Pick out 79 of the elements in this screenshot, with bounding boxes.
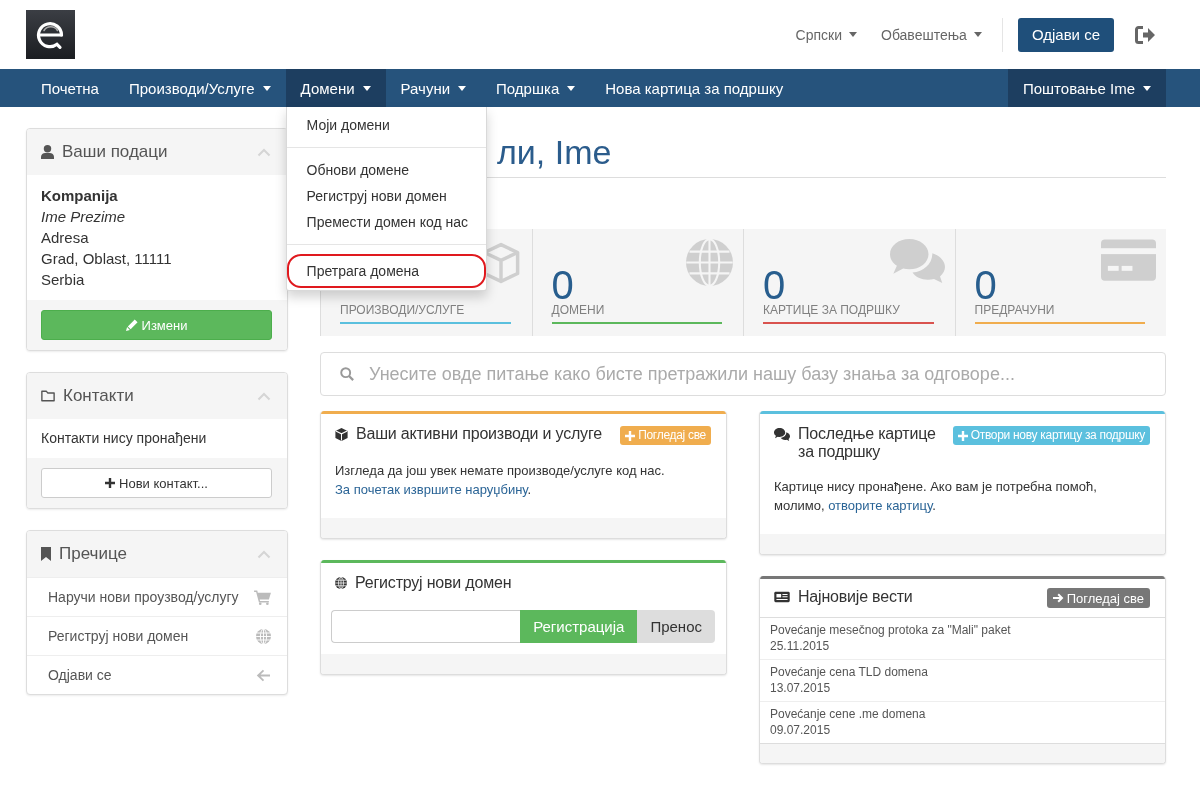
bookmark-icon bbox=[41, 547, 51, 561]
detail-line: Serbia bbox=[41, 270, 85, 290]
pencil-icon bbox=[125, 319, 138, 331]
panel-title: Најновије вести bbox=[798, 588, 913, 606]
panel-title: Ваши подаци bbox=[62, 142, 168, 162]
stat-label[interactable]: ПРЕДРАЧУНИ bbox=[974, 303, 1055, 317]
empty-message: Картице нису пронађене. Ако вам је потребна помоћ, молимо, отворите картицу. bbox=[774, 478, 1098, 515]
search-field[interactable]: Унесите овде питање како бисте претражили нашу базу знања за одговоре... bbox=[320, 352, 1166, 396]
empty-message: Контакти нису пронађени bbox=[41, 429, 207, 448]
panel-title: Пречице bbox=[59, 544, 127, 564]
newspaper-icon bbox=[774, 591, 790, 603]
credit-card-icon bbox=[1101, 239, 1156, 281]
nav-item[interactable]: Домени bbox=[285, 69, 386, 107]
stat-label[interactable]: ПРОИЗВОДИ/УСЛУГЕ bbox=[340, 303, 465, 317]
news-date: 25.11.2015 bbox=[770, 638, 830, 654]
search-icon bbox=[340, 367, 354, 381]
comments-icon bbox=[889, 239, 945, 283]
globe-icon bbox=[686, 239, 733, 286]
cart-icon bbox=[254, 589, 271, 605]
nav-item[interactable]: Рачуни bbox=[385, 69, 482, 107]
plus-icon bbox=[957, 430, 968, 441]
globe-icon bbox=[256, 628, 271, 644]
cube-icon bbox=[335, 428, 348, 441]
logout-button[interactable]: Одјави се bbox=[1017, 17, 1114, 52]
caret-icon bbox=[849, 32, 857, 37]
news-date: 09.07.2015 bbox=[770, 722, 831, 738]
stat-count[interactable]: 0 bbox=[974, 267, 997, 303]
notifications-menu[interactable]: Обавештења bbox=[881, 26, 982, 43]
panel-title: Региструј нови домен bbox=[355, 574, 512, 592]
site-logo[interactable] bbox=[26, 10, 75, 59]
nav-item[interactable]: Нова картица за подршку bbox=[590, 69, 799, 107]
empty-message: Изгледа да још увек немате производе/услуге код нас. За почетак извршите наруџбину. bbox=[335, 462, 666, 499]
nav-item[interactable]: Почетна bbox=[26, 69, 114, 107]
chevron-up-icon[interactable] bbox=[257, 391, 271, 401]
stat-count[interactable]: 0 bbox=[551, 267, 574, 303]
stat-label[interactable]: КАРТИЦЕ ЗА ПОДРШКУ bbox=[763, 303, 900, 317]
user-icon bbox=[41, 145, 54, 159]
panel-title: Контакти bbox=[63, 386, 134, 406]
menu-item[interactable]: Премести домен код нас bbox=[286, 209, 486, 235]
domain-input[interactable] bbox=[331, 610, 521, 643]
shortcut-link[interactable]: Наручи нови проузвод/услугу bbox=[27, 577, 287, 616]
new-contact-button[interactable]: Нови контакт... bbox=[41, 468, 272, 498]
arrow-left-icon bbox=[256, 668, 271, 682]
globe-icon bbox=[335, 577, 347, 589]
news-link[interactable]: Povećanje cena TLD domena bbox=[770, 664, 928, 680]
menu-item[interactable]: Обнови домене bbox=[286, 157, 486, 183]
nav-item[interactable]: Подршка bbox=[481, 69, 591, 107]
language-menu[interactable]: Српски bbox=[795, 26, 857, 43]
menu-item[interactable]: Моји домени bbox=[286, 112, 486, 138]
comments-icon bbox=[774, 428, 790, 441]
news-date: 13.07.2015 bbox=[770, 680, 831, 696]
arrow-right-icon bbox=[1052, 593, 1064, 603]
panel-title: Ваши активни производи и услуге bbox=[356, 425, 602, 443]
stat-count[interactable]: 0 bbox=[763, 267, 786, 303]
plus-icon bbox=[625, 430, 636, 441]
panel-title: Последње картице за подршку bbox=[798, 425, 937, 461]
nav-item[interactable]: Производи/Услуге bbox=[113, 69, 286, 107]
folder-icon bbox=[41, 390, 55, 402]
news-link[interactable]: Povećanje cene .me domena bbox=[770, 706, 926, 722]
plus-icon bbox=[105, 478, 116, 488]
sign-out-icon[interactable] bbox=[1135, 25, 1155, 44]
transfer-button[interactable]: Пренос bbox=[637, 610, 715, 643]
menu-item[interactable]: Претрага домена bbox=[286, 254, 486, 288]
detail-line: Ime Prezime bbox=[41, 207, 126, 227]
account-menu[interactable]: Поштовање Ime bbox=[1007, 69, 1166, 107]
order-link[interactable]: За почетак извршите наруџбину bbox=[335, 482, 528, 497]
view-all-button[interactable]: Погледај све bbox=[1046, 588, 1150, 608]
stat-label[interactable]: ДОМЕНИ bbox=[551, 303, 605, 317]
menu-item[interactable]: Региструј нови домен bbox=[286, 183, 486, 209]
chevron-up-icon[interactable] bbox=[257, 549, 271, 559]
shortcut-link[interactable]: Одјави се bbox=[27, 655, 287, 694]
detail-line: Kompanija bbox=[41, 186, 118, 206]
chevron-up-icon[interactable] bbox=[257, 147, 271, 157]
detail-line: Grad, Oblast, 11111 bbox=[41, 249, 172, 269]
shortcut-link[interactable]: Региструј нови домен bbox=[27, 616, 287, 655]
caret-icon bbox=[973, 32, 982, 37]
detail-line: Adresa bbox=[41, 228, 89, 248]
page-heading: ли, Ime bbox=[497, 132, 612, 172]
news-link[interactable]: Povećanje mesečnog protoka za "Mali" paket bbox=[770, 622, 1011, 638]
